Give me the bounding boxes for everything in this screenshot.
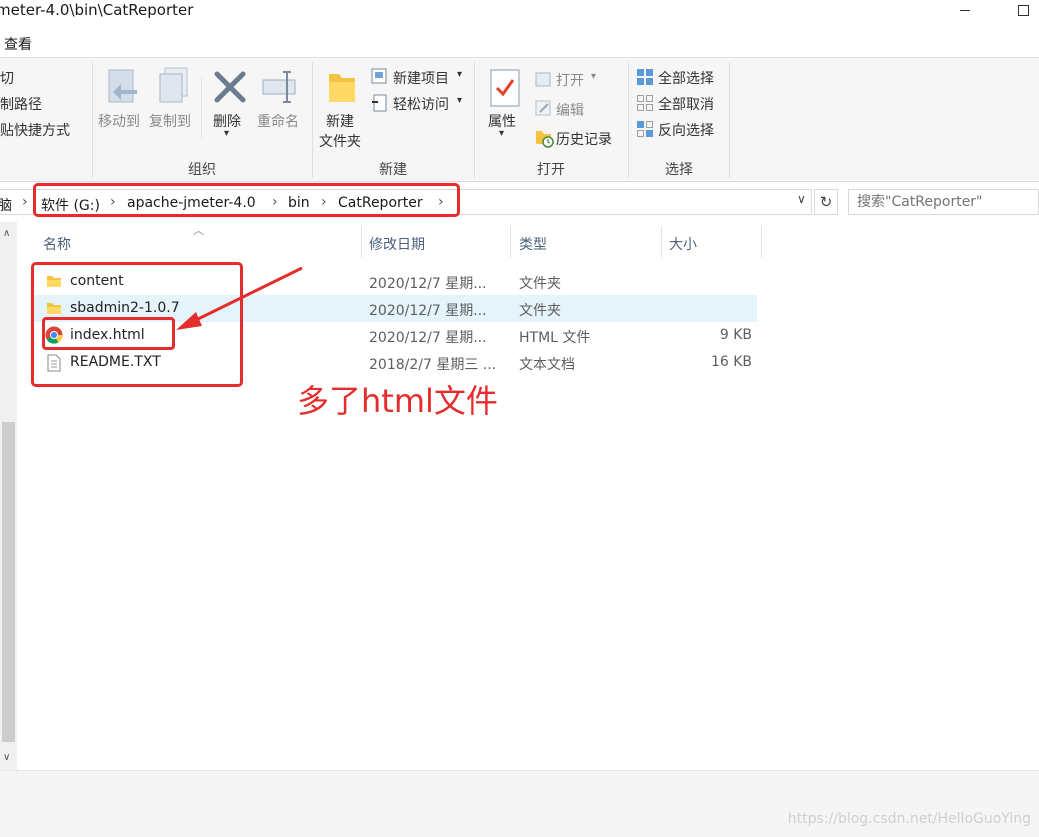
file-modified: 2020/12/7 星期... — [369, 330, 487, 346]
column-separator[interactable] — [510, 226, 511, 258]
select-group: 全部选择 全部取消 反向选择 选择 — [629, 58, 729, 181]
chevron-right-icon[interactable]: › — [22, 194, 28, 210]
scroll-thumb[interactable] — [2, 422, 15, 742]
ribbon-separator — [201, 78, 202, 138]
column-separator[interactable] — [761, 226, 762, 258]
maximize-button[interactable] — [1003, 0, 1039, 20]
watermark: https://blog.csdn.net/HelloGuoYing — [787, 811, 1031, 827]
rename-icon — [262, 71, 296, 103]
sort-ascending-icon: ︿ — [193, 224, 204, 237]
minimize-button[interactable] — [945, 0, 985, 20]
ribbon-separator — [729, 62, 730, 178]
window-title: meter-4.0\bin\CatReporter — [0, 1, 194, 19]
history-button[interactable]: 历史记录 — [556, 129, 612, 149]
file-type: 文件夹 — [519, 303, 561, 319]
select-all-icon — [637, 69, 653, 85]
select-group-label: 选择 — [665, 162, 693, 178]
chevron-down-icon[interactable]: ▾ — [499, 128, 504, 139]
organize-group-label: 组织 — [188, 162, 216, 178]
file-type: 文件夹 — [519, 276, 561, 292]
easy-access-icon — [372, 94, 387, 112]
new-folder-line1[interactable]: 新建 — [326, 111, 354, 131]
scroll-down-icon[interactable]: ∨ — [3, 752, 10, 763]
column-header-size[interactable]: 大小 — [669, 234, 697, 254]
history-icon — [536, 131, 554, 148]
minimize-icon — [960, 9, 970, 11]
ribbon: 剪切 复制路径 粘贴快捷方式 移动到 复制到 删除 ▾ 重命名 组织 — [0, 57, 1039, 182]
invert-selection-button[interactable]: 反向选择 — [658, 120, 714, 140]
delete-x-icon — [214, 71, 246, 103]
file-size: 16 KB — [710, 354, 752, 370]
select-none-icon — [637, 95, 653, 111]
title-bar: meter-4.0\bin\CatReporter — [0, 0, 1039, 30]
file-type: 文本文档 — [519, 357, 575, 373]
file-modified: 2018/2/7 星期三 ... — [369, 357, 497, 373]
organize-group: 移动到 复制到 删除 ▾ 重命名 组织 — [93, 58, 311, 181]
breadcrumb-this-pc[interactable]: 脑 — [0, 195, 12, 215]
select-none-button[interactable]: 全部取消 — [658, 94, 714, 114]
refresh-button[interactable]: ↻ — [814, 189, 838, 215]
index-html-highlight-box — [42, 317, 175, 350]
annotation-text: 多了html文件 — [297, 382, 498, 420]
edit-icon — [535, 100, 551, 116]
file-type: HTML 文件 — [519, 330, 591, 346]
properties-icon — [490, 69, 520, 107]
annotation-arrow-icon — [176, 266, 303, 330]
move-to-icon — [108, 69, 137, 103]
copy-path-button[interactable]: 复制路径 — [0, 94, 42, 114]
file-size: 9 KB — [719, 327, 752, 343]
open-group: 属性 ▾ 打开 ▾ 编辑 历史记录 打开 — [475, 58, 627, 181]
select-all-button[interactable]: 全部选择 — [658, 68, 714, 88]
new-group-label: 新建 — [379, 162, 407, 178]
clipboard-group: 剪切 复制路径 粘贴快捷方式 — [0, 58, 92, 181]
chevron-down-icon[interactable]: ▾ — [457, 95, 462, 106]
rename-button[interactable]: 重命名 — [257, 111, 299, 131]
easy-access-button[interactable]: 轻松访问 — [393, 94, 449, 114]
column-separator[interactable] — [361, 226, 362, 258]
column-header-modified[interactable]: 修改日期 — [369, 234, 425, 254]
column-header-name[interactable]: 名称 — [43, 234, 71, 254]
copy-to-icon — [159, 67, 188, 103]
paste-shortcut-button[interactable]: 粘贴快捷方式 — [0, 120, 70, 140]
chevron-down-icon[interactable]: ▾ — [457, 69, 462, 80]
chevron-down-icon[interactable]: ▾ — [591, 71, 596, 82]
chevron-down-icon[interactable]: ▾ — [224, 128, 229, 139]
address-highlight-box — [33, 183, 460, 217]
new-folder-icon — [329, 74, 355, 102]
move-to-button[interactable]: 移动到 — [98, 111, 140, 131]
new-item-icon — [371, 68, 387, 84]
vertical-scrollbar[interactable]: ∧ ∨ — [0, 222, 17, 770]
open-button[interactable]: 打开 — [556, 70, 584, 90]
invert-selection-icon — [637, 121, 653, 137]
scroll-up-icon[interactable]: ∧ — [3, 228, 10, 239]
search-input[interactable] — [848, 189, 1039, 215]
file-modified: 2020/12/7 星期... — [369, 303, 487, 319]
cut-button[interactable]: 剪切 — [0, 68, 14, 88]
file-modified: 2020/12/7 星期... — [369, 276, 487, 292]
menu-view[interactable]: 查看 — [4, 34, 32, 54]
new-group: 新建 文件夹 新建项目 ▾ 轻松访问 ▾ 新建 — [313, 58, 473, 181]
column-header-type[interactable]: 类型 — [519, 234, 547, 254]
menu-bar: 查看 — [0, 30, 1039, 56]
copy-to-button[interactable]: 复制到 — [149, 111, 191, 131]
maximize-icon — [1017, 4, 1029, 16]
new-folder-line2[interactable]: 文件夹 — [319, 131, 361, 151]
edit-button[interactable]: 编辑 — [556, 100, 584, 120]
new-item-button[interactable]: 新建项目 — [393, 68, 449, 88]
column-separator[interactable] — [661, 226, 662, 258]
open-icon — [535, 72, 551, 87]
refresh-icon: ↻ — [819, 193, 833, 211]
open-group-label: 打开 — [537, 162, 565, 178]
status-bar: https://blog.csdn.net/HelloGuoYing — [0, 770, 1039, 837]
address-dropdown-icon[interactable]: ∨ — [797, 192, 806, 206]
